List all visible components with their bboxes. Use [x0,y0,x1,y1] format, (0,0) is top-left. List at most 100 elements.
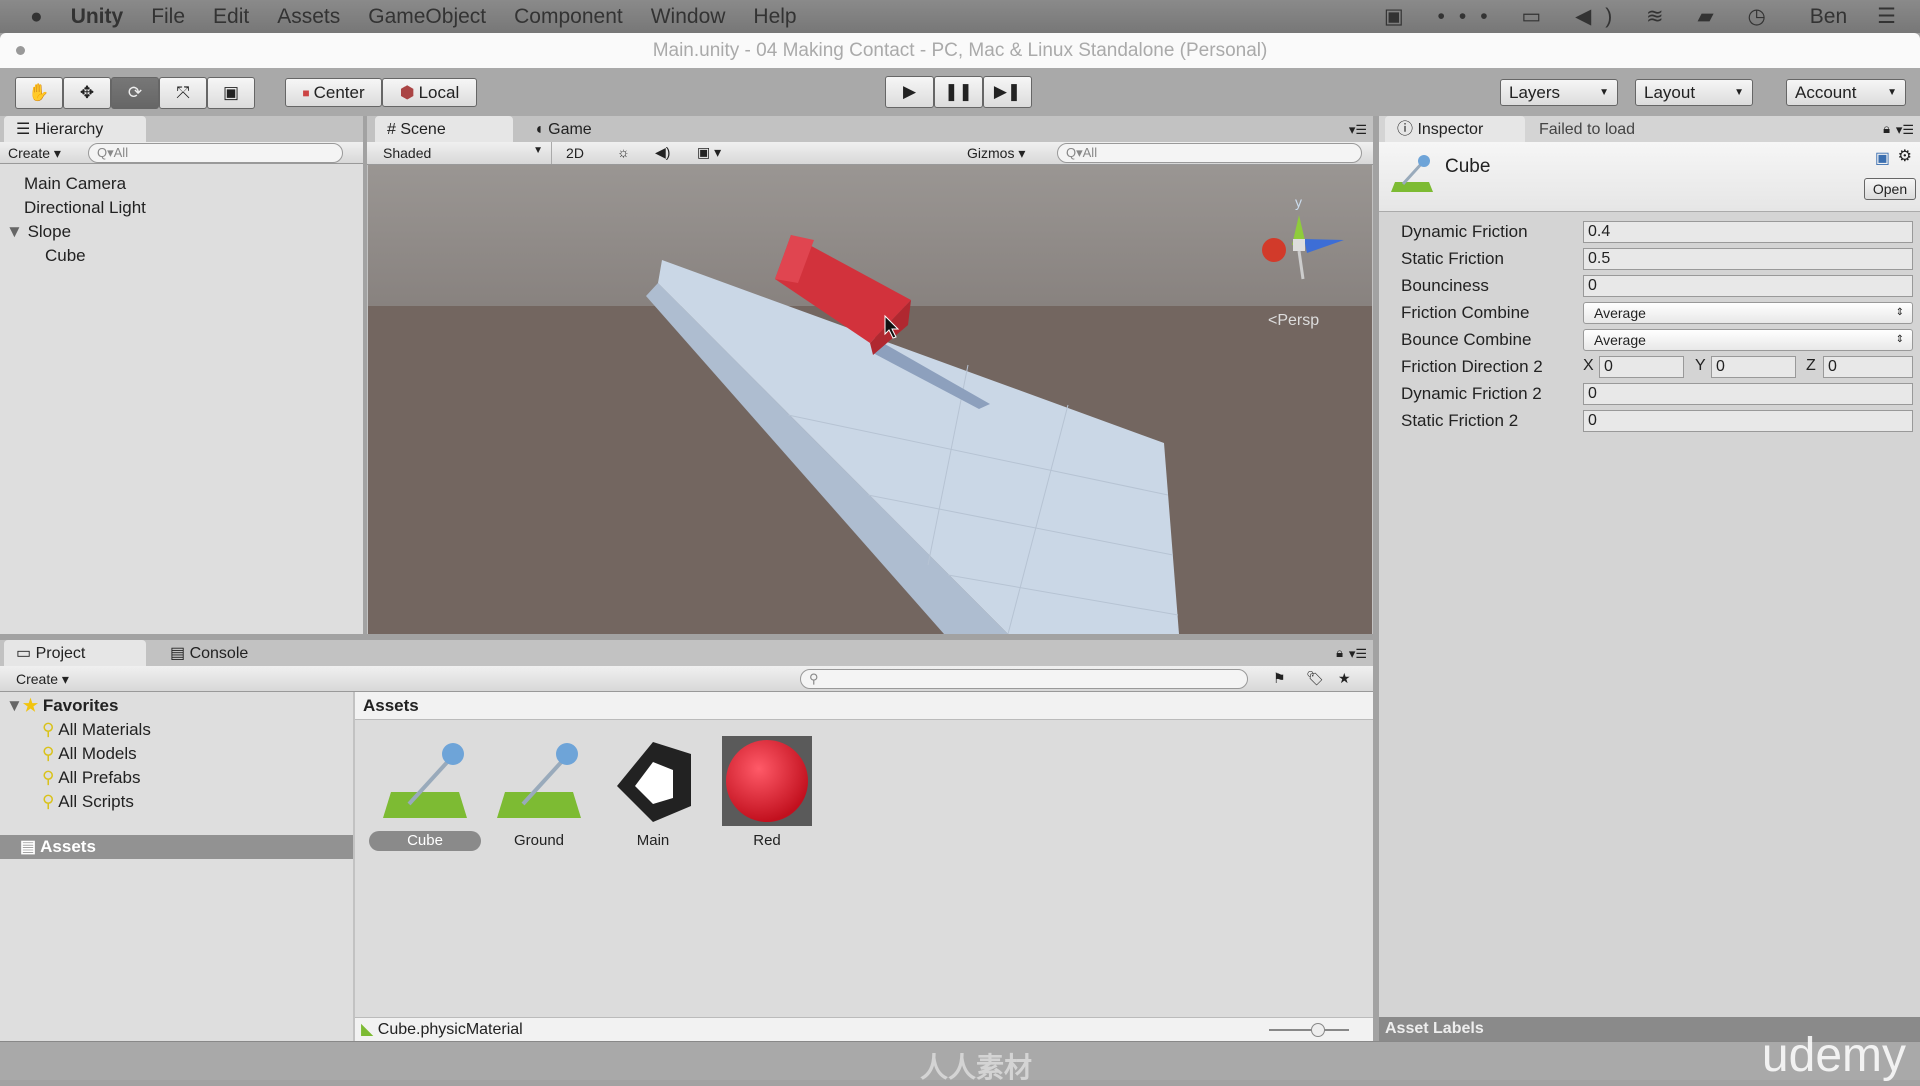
2d-toggle[interactable]: 2D [560,145,590,161]
apple-icon[interactable]: ● [30,5,43,29]
bounce-combine-select[interactable]: Average ⇕ [1583,329,1913,351]
scene-search-input[interactable]: Q▾All [1057,143,1362,163]
pause-button[interactable]: ❚❚ [934,76,983,108]
menu-unity[interactable]: Unity [71,5,124,29]
pivot-local-button[interactable]: ⬢ Local [382,78,477,107]
menu-edit[interactable]: Edit [213,5,249,29]
favorite-all-scripts[interactable]: ⚲ All Scripts [42,790,134,814]
menu-file[interactable]: File [151,5,185,29]
scene-viewport[interactable]: y <Persp [368,165,1372,634]
help-book-icon[interactable]: ▣ [1875,148,1890,168]
panel-menu-icon[interactable]: ▾☰ [1349,122,1367,138]
icon-size-slider[interactable] [1269,1023,1349,1037]
lock-icon[interactable]: 🔒︎ [1336,645,1343,661]
friction-direction-x-input[interactable]: 0 [1599,356,1684,378]
menu-window[interactable]: Window [651,5,726,29]
favorite-all-materials[interactable]: ⚲ All Materials [42,718,151,742]
mac-menubar: ● Unity File Edit Assets GameObject Comp… [0,0,1920,33]
dynamic-friction-input[interactable]: 0.4 [1583,221,1913,243]
inspector-panel: ⓘ Inspector Failed to load 🔒︎ ▾☰ Cube ▣ … [1379,116,1920,1041]
tab-game[interactable]: ◖ Game [522,116,604,142]
tab-project[interactable]: ▭ Project [4,640,146,666]
dynamic-friction-2-input[interactable]: 0 [1583,383,1913,405]
asset-label: Main [636,832,670,849]
menu-gameobject[interactable]: GameObject [368,5,486,29]
project-search-input[interactable]: ⚲ [800,669,1248,689]
hand-tool-button[interactable]: ✋ [15,77,63,109]
gear-icon[interactable]: ⚙ [1898,146,1912,166]
asset-item-red[interactable]: Red [711,736,823,851]
notification-icon[interactable]: ☰ [1877,4,1896,29]
menu-assets[interactable]: Assets [277,5,340,29]
friction-combine-select[interactable]: Average ⇕ [1583,302,1913,324]
hierarchy-item-slope[interactable]: ▼ Slope [6,220,71,244]
layers-dropdown[interactable]: Layers ▼ [1500,79,1618,106]
gizmos-dropdown[interactable]: Gizmos ▾ [967,145,1025,162]
field-label: Dynamic Friction 2 [1401,384,1542,403]
assets-folder[interactable]: ▤ Assets [0,835,353,859]
asset-label: Red [753,832,781,849]
lock-icon[interactable]: 🔒︎ [1883,121,1890,137]
asset-item-main[interactable]: Main [597,736,709,851]
scene-toolbar: Shaded ▼ 2D ☼ ◀) ▣ ▾ Gizmos ▾ Q▾All [367,142,1373,165]
projection-label[interactable]: <Persp [1268,312,1319,329]
status-bar: 人人素材 udemy [0,1029,1920,1083]
hierarchy-item-cube[interactable]: Cube [45,244,86,268]
physic-material-icon [497,743,581,818]
open-button[interactable]: Open [1864,178,1916,200]
field-label: Friction Direction 2 [1401,357,1543,376]
panel-menu-icon[interactable]: ▾☰ [1349,646,1367,662]
play-button[interactable]: ▶ [885,76,934,108]
effects-dropdown-icon[interactable]: ▣ ▾ [697,144,721,161]
expand-triangle-icon[interactable]: ▼ [6,222,23,241]
friction-direction-z-input[interactable]: 0 [1823,356,1913,378]
rect-tool-button[interactable]: ▣ [207,77,255,109]
pivot-center-button[interactable]: ■ Center [285,78,382,107]
hierarchy-item-directional-light[interactable]: Directional Light [24,196,146,220]
static-friction-2-input[interactable]: 0 [1583,410,1913,432]
account-dropdown[interactable]: Account ▼ [1786,79,1906,106]
tab-console[interactable]: ▤ Console [158,640,260,666]
layout-dropdown[interactable]: Layout ▼ [1635,79,1753,106]
field-label: Bounce Combine [1401,330,1532,349]
tab-hierarchy[interactable]: ☰ Hierarchy [4,116,146,142]
udemy-watermark: udemy [1761,1029,1906,1082]
tab-scene[interactable]: # Scene [375,116,513,142]
field-label: Static Friction 2 [1401,411,1519,430]
favorites-folder[interactable]: ▼★ Favorites [6,694,118,718]
shading-mode-dropdown[interactable]: Shaded ▼ [367,142,552,164]
gizmo-x-axis[interactable] [1262,238,1286,262]
physic-material-icon [1391,155,1433,192]
favorite-star-icon[interactable]: ★ [1338,670,1351,687]
tab-failed-to-load[interactable]: Failed to load [1527,116,1647,142]
project-create-button[interactable]: Create ▾ [16,671,69,688]
lighting-toggle-icon[interactable]: ☼ [617,144,630,160]
rotate-tool-button[interactable]: ⟳ [111,77,159,109]
menu-component[interactable]: Component [514,5,623,29]
bounciness-input[interactable]: 0 [1583,275,1913,297]
panel-menu-icon[interactable]: ▾☰ [1896,122,1914,138]
static-friction-input[interactable]: 0.5 [1583,248,1913,270]
move-tool-button[interactable]: ✥ [63,77,111,109]
filter-by-type-icon[interactable]: ⚑ [1273,670,1286,687]
tab-inspector[interactable]: ⓘ Inspector [1385,116,1525,142]
filter-by-label-icon[interactable]: 🏷︎ [1306,670,1324,687]
favorite-all-prefabs[interactable]: ⚲ All Prefabs [42,766,140,790]
scale-tool-button[interactable]: ⤧ [159,77,207,109]
hierarchy-create-button[interactable]: Create ▾ [8,145,61,162]
hierarchy-toolbar: Create ▾ Q▾All [0,142,363,164]
audio-toggle-icon[interactable]: ◀) [655,144,670,161]
step-button[interactable]: ▶❚ [983,76,1032,108]
favorite-all-models[interactable]: ⚲ All Models [42,742,137,766]
menu-help[interactable]: Help [753,5,796,29]
asset-item-cube[interactable]: Cube [369,736,481,851]
hierarchy-search-input[interactable]: Q▾All [88,143,343,163]
hierarchy-panel: ☰ Hierarchy Create ▾ Q▾All Main Camera D… [0,116,363,634]
folder-icon: ▤ [20,837,37,856]
window-close-button[interactable] [16,46,25,55]
friction-direction-y-input[interactable]: 0 [1711,356,1796,378]
asset-item-ground[interactable]: Ground [483,736,595,851]
inspector-header: Cube ▣ ⚙ Open [1379,142,1920,212]
user-name[interactable]: Ben [1810,5,1847,29]
hierarchy-item-main-camera[interactable]: Main Camera [24,172,126,196]
